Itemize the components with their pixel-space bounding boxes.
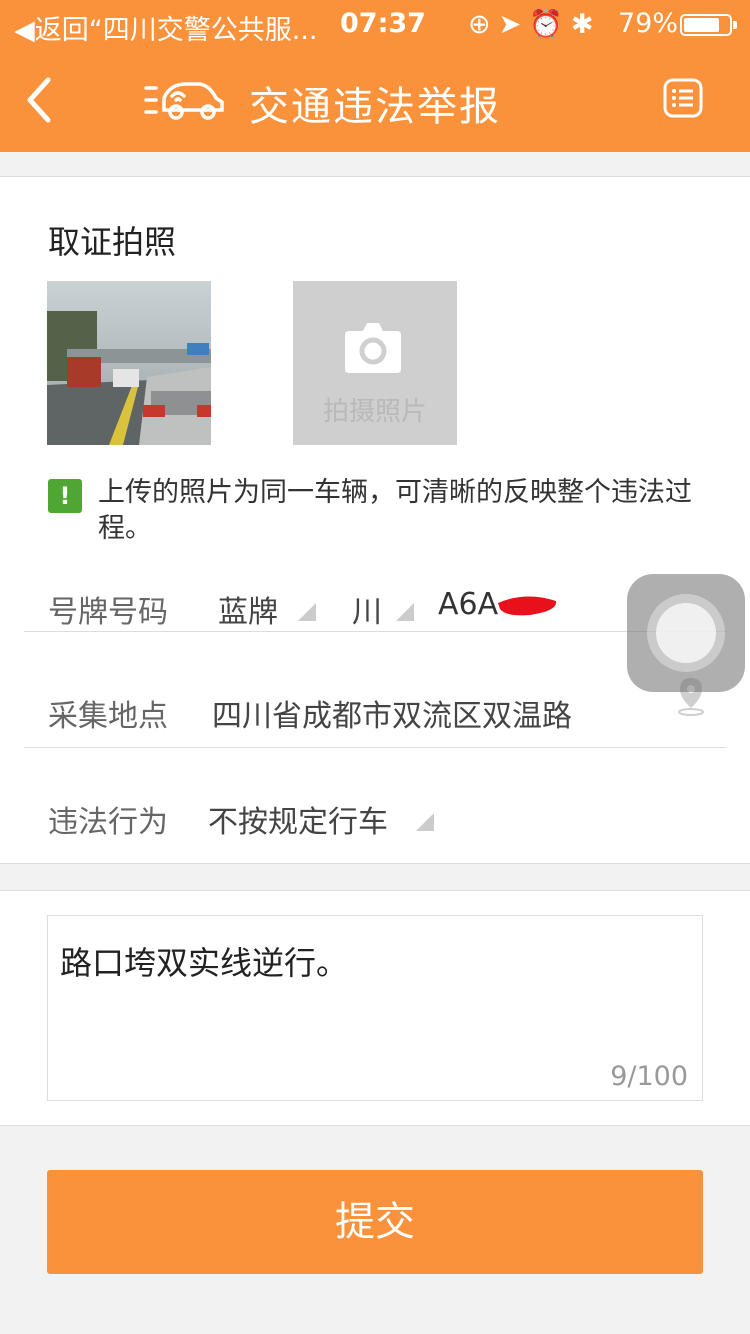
battery-icon [680, 14, 737, 36]
camera-icon [345, 323, 401, 373]
violation-dropdown-icon [416, 813, 434, 831]
char-counter: 9/100 [610, 1061, 688, 1092]
location-input[interactable]: 四川省成都市双流区双温路 [212, 691, 572, 735]
description-card: 路口垮双实线逆行。 9/100 [0, 890, 750, 1126]
exclamation-icon: ! [48, 479, 82, 513]
divider [24, 631, 726, 632]
back-to-app-link[interactable]: ◀返回“四川交警公共服... [14, 8, 318, 47]
description-textarea[interactable]: 路口垮双实线逆行。 9/100 [47, 915, 703, 1101]
report-form-card: 取证拍照 拍摄照片 ! 上传的照片为同一车辆，可清晰的反映整个违法过程。 号牌号… [0, 176, 750, 864]
take-photo-label: 拍摄照片 [322, 397, 427, 427]
location-label: 采集地点 [48, 699, 168, 734]
violation-select[interactable]: 不按规定行车 [208, 797, 388, 841]
status-time: 07:37 [340, 8, 426, 39]
divider [24, 747, 726, 748]
plate-row: 号牌号码 蓝牌 川 A6A [24, 557, 726, 661]
plate-province-select[interactable]: 川 [352, 587, 382, 631]
header: ◀返回“四川交警公共服... 07:37 ⊕➤⏰✱ 79% 交通违法举报 [0, 0, 750, 152]
plate-color-select[interactable]: 蓝牌 [218, 587, 278, 631]
plate-label: 号牌号码 [48, 595, 168, 630]
upload-notice: 上传的照片为同一车辆，可清晰的反映整个违法过程。 [98, 477, 692, 544]
traffic-photo-image [47, 281, 211, 445]
redaction-mark [498, 596, 557, 616]
violation-row: 违法行为 不按规定行车 [24, 767, 726, 871]
evidence-title: 取证拍照 [48, 223, 177, 261]
assistive-touch-button[interactable] [627, 574, 745, 692]
page-title: 交通违法举报 [249, 84, 501, 130]
battery-percent: 79% [618, 8, 679, 39]
take-photo-button[interactable]: 拍摄照片 [293, 281, 457, 445]
violation-label: 违法行为 [48, 805, 168, 840]
plate-number-input[interactable]: A6A [438, 587, 498, 622]
status-bar: ◀返回“四川交警公共服... 07:37 ⊕➤⏰✱ 79% [0, 0, 750, 50]
list-menu-icon[interactable] [663, 78, 703, 118]
plate-province-dropdown-icon [396, 603, 414, 621]
description-text: 路口垮双实线逆行。 [60, 944, 349, 982]
submit-button[interactable]: 提交 [47, 1170, 703, 1274]
location-row: 采集地点 四川省成都市双流区双温路 [24, 661, 726, 765]
plate-color-dropdown-icon [298, 603, 316, 621]
nav-bar: 交通违法举报 [0, 50, 750, 152]
evidence-photo-thumbnail[interactable] [47, 281, 211, 445]
status-icons: ⊕➤⏰✱ [468, 9, 602, 40]
